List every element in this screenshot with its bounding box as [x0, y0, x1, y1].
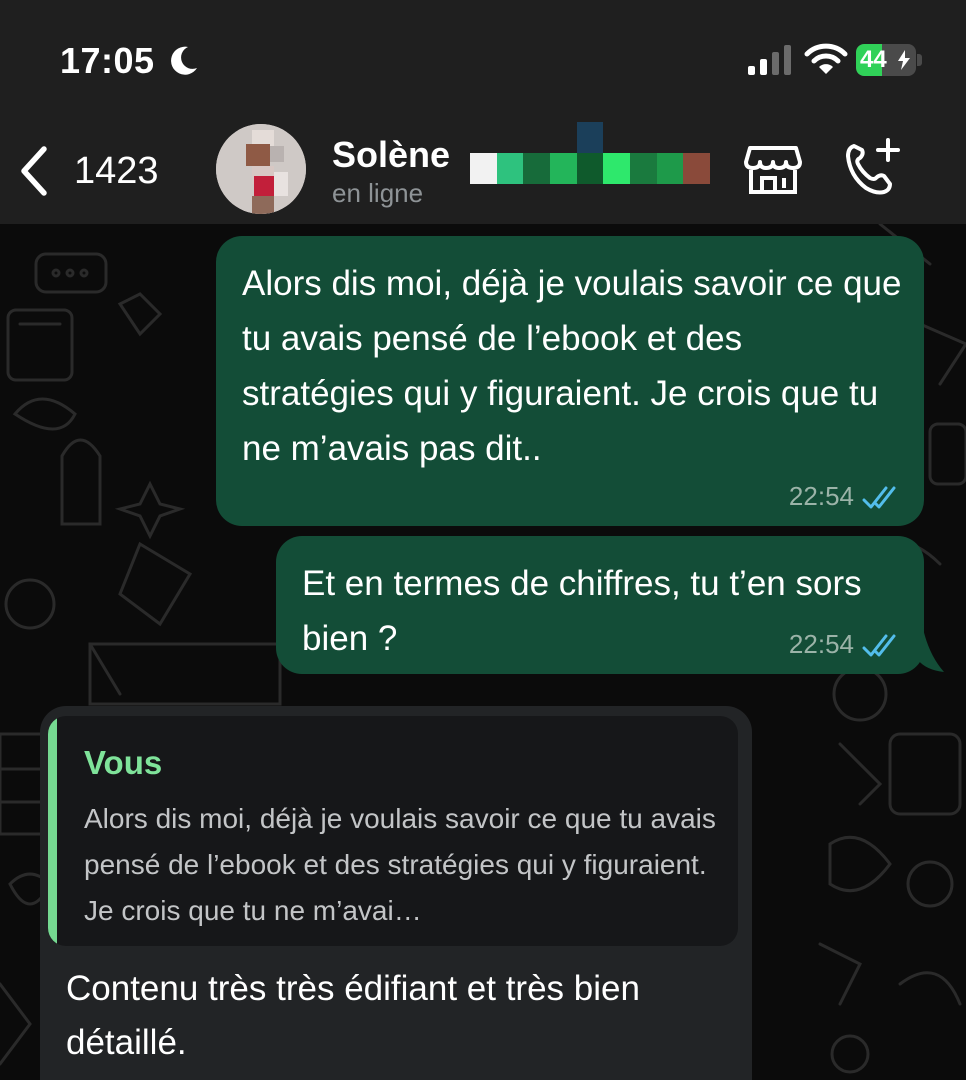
- store-icon[interactable]: [742, 138, 804, 200]
- message-time: 22:54: [788, 629, 854, 659]
- quote-accent-bar: [48, 716, 57, 946]
- bubble-tail: [918, 624, 944, 672]
- message-meta: 22:54: [789, 481, 902, 512]
- chat-header: 17:05 44 1423 Solène en ligne: [0, 0, 966, 224]
- charging-bolt-icon: [898, 50, 910, 70]
- message-text: Contenu très très édifiant et très bien …: [66, 969, 640, 1062]
- quote-author: Vous: [84, 744, 163, 781]
- incoming-message[interactable]: Vous Alors dis moi, déjà je voulais savo…: [40, 706, 752, 1080]
- outgoing-message[interactable]: Et en termes de chiffres, tu t’en sors b…: [276, 536, 924, 674]
- quote-text: Alors dis moi, déjà je voulais savoir ce…: [84, 803, 716, 926]
- contact-name[interactable]: Solène: [332, 134, 450, 176]
- unread-chats-count: 1423: [74, 149, 159, 192]
- contact-avatar[interactable]: [216, 124, 306, 214]
- read-receipt-icon: [862, 486, 896, 508]
- moon-icon: [171, 46, 197, 75]
- back-chevron-icon: [21, 146, 47, 196]
- chat-area[interactable]: Alors dis moi, déjà je voulais savoir ce…: [0, 224, 966, 1080]
- back-button[interactable]: 1423: [18, 140, 188, 202]
- battery-level-text: 44: [860, 46, 887, 73]
- read-receipt-icon: [862, 634, 896, 656]
- wifi-icon: [804, 43, 848, 74]
- message-meta: 22:54: [789, 629, 902, 660]
- add-call-icon[interactable]: [840, 136, 904, 200]
- outgoing-message[interactable]: Alors dis moi, déjà je voulais savoir ce…: [216, 236, 924, 526]
- cellular-signal-icon: [748, 45, 791, 75]
- contact-presence: en ligne: [332, 178, 424, 208]
- status-time: 17:05: [60, 40, 155, 81]
- battery-indicator: 44: [856, 44, 922, 76]
- quoted-message[interactable]: Vous Alors dis moi, déjà je voulais savo…: [48, 716, 738, 946]
- message-text: Alors dis moi, déjà je voulais savoir ce…: [242, 264, 902, 468]
- message-time: 22:54: [788, 481, 854, 511]
- avatar-image: [216, 124, 306, 214]
- redacted-name-block: [470, 122, 710, 184]
